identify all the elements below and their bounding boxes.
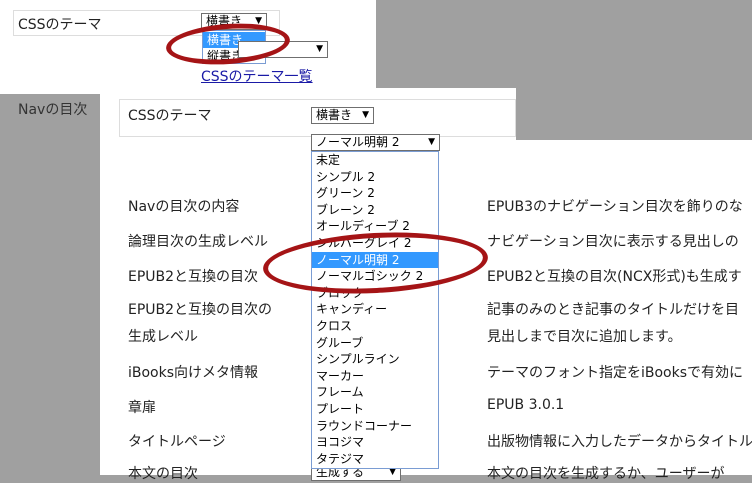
chevron-down-icon: ▼ [316, 44, 323, 54]
setting-value: 見出しまで目次に追加します。 [487, 329, 682, 345]
setting-value: ナビゲーション目次に表示する見出しの [487, 234, 739, 250]
chevron-down-icon: ▼ [362, 110, 369, 120]
theme-option[interactable]: グルーブ [312, 335, 438, 351]
setting-label: 章扉 [128, 400, 156, 416]
theme-option[interactable]: ヨコジマ [312, 434, 438, 450]
setting-label: EPUB2と互換の目次 [128, 269, 259, 285]
setting-value: テーマのフォント指定をiBooksで有効に [487, 365, 744, 381]
theme-option[interactable]: シンプル 2 [312, 169, 438, 185]
chevron-down-icon: ▼ [428, 137, 435, 147]
theme-option[interactable]: フレーム [312, 384, 438, 400]
setting-label: Navの目次の内容 [128, 199, 240, 215]
theme-option[interactable]: ラウンドコーナー [312, 418, 438, 434]
theme-option[interactable]: マーカー [312, 368, 438, 384]
back-css-theme-label: CSSのテーマ [18, 17, 102, 33]
setting-label: 論理目次の生成レベル [128, 234, 268, 250]
css-theme-list-link[interactable]: CSSのテーマ一覧 [201, 66, 313, 86]
theme-option[interactable]: 未定 [312, 152, 438, 168]
theme-option[interactable]: タテジマ [312, 451, 438, 467]
setting-value: 本文の目次を生成するか、ユーザーが [487, 466, 725, 482]
setting-label: iBooks向けメタ情報 [128, 365, 259, 381]
theme-option[interactable]: ブレーン 2 [312, 202, 438, 218]
front-css-theme-label: CSSのテーマ [128, 108, 212, 124]
setting-value: 記事のみのとき記事のタイトルだけを目 [487, 302, 739, 318]
setting-label: タイトルページ [128, 434, 226, 450]
setting-label: EPUB2と互換の目次の [128, 302, 273, 318]
setting-value: EPUB2と互換の目次(NCX形式)も生成す [487, 269, 742, 285]
front-theme-select[interactable]: ノーマル明朝 2 ▼ [311, 134, 440, 151]
setting-label: 本文の目次 [128, 466, 198, 482]
theme-option[interactable]: シンプルライン [312, 351, 438, 367]
theme-option[interactable]: クロス [312, 318, 438, 334]
theme-option[interactable]: プレート [312, 401, 438, 417]
setting-value: EPUB 3.0.1 [487, 397, 565, 413]
back-nav-label: Navの目次 [18, 102, 88, 118]
theme-option[interactable]: グリーン 2 [312, 185, 438, 201]
theme-option[interactable]: キャンディー [312, 301, 438, 317]
setting-value: EPUB3のナビゲーション目次を飾りのな [487, 199, 743, 215]
setting-value: 出版物情報に入力したデータからタイトル [487, 434, 752, 450]
setting-label: 生成レベル [128, 329, 198, 345]
front-writing-select[interactable]: 横書き ▼ [311, 107, 374, 124]
theme-dropdown-list: 未定 シンプル 2 グリーン 2 ブレーン 2 オールディーブ 2 シルバーグレイ 2 ノー… [311, 151, 439, 469]
